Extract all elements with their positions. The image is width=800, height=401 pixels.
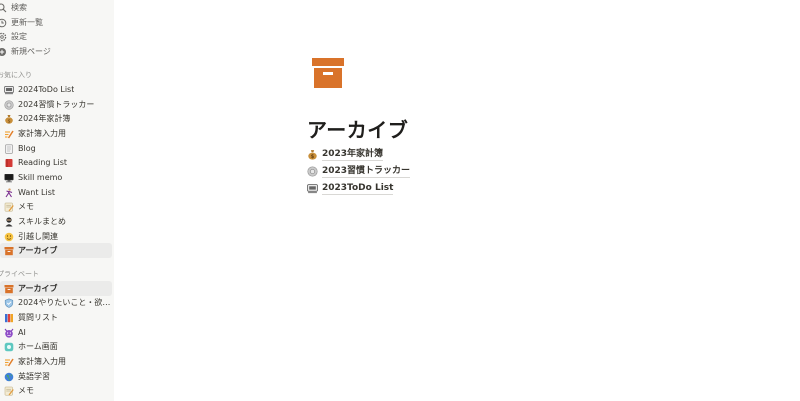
sidebar-item-label: スキルまとめ <box>18 217 66 226</box>
sidebar-item-blog[interactable]: Blog <box>0 141 112 156</box>
sidebar-item-archive[interactable]: アーカイブ <box>0 243 112 258</box>
person-icon <box>4 187 14 198</box>
sidebar-item-label: Reading List <box>18 158 67 167</box>
sidebar-item-budget-input[interactable]: 家計簿入力用 <box>0 126 112 141</box>
link-2023-todo-list[interactable]: 2023ToDo List <box>307 181 394 195</box>
sidebar-item-skill-memo[interactable]: Skill memo <box>0 170 112 185</box>
sidebar-item-label: 検索 <box>11 3 27 12</box>
sidebar-item-moving[interactable]: 引越し関連 <box>0 229 112 244</box>
sidebar-item-ai[interactable]: AI <box>0 325 112 340</box>
shield-icon <box>4 297 14 308</box>
sidebar-item-label: 2024ToDo List <box>18 85 75 94</box>
svg-text:$: $ <box>311 154 315 160</box>
sidebar-item-label: 家計簿入力用 <box>18 357 66 366</box>
sidebar-item-english[interactable]: 英語学習 <box>0 369 112 384</box>
teal-app-icon <box>4 342 14 352</box>
sidebar-new-page[interactable]: 新規ページ <box>0 44 112 59</box>
sidebar-item-label: アーカイブ <box>18 246 58 255</box>
sidebar-item-label: 2024習慣トラッカー <box>18 100 95 109</box>
keyboard-icon <box>4 85 14 95</box>
svg-text:$: $ <box>8 118 11 124</box>
keyboard-icon <box>307 183 318 194</box>
archive-box-icon <box>4 284 14 294</box>
sidebar-item-home-screen[interactable]: ホーム画面 <box>0 339 112 354</box>
pencil-icon <box>4 129 14 139</box>
notebook-icon <box>4 144 14 154</box>
sidebar-search[interactable]: 検索 <box>0 0 112 15</box>
sidebar-item-label: 更新一覧 <box>11 18 43 27</box>
archive-box-icon[interactable] <box>312 56 344 90</box>
devil-icon <box>4 328 14 338</box>
link-label: 2023年家計簿 <box>322 148 384 161</box>
private-header[interactable]: プライベート <box>0 269 39 279</box>
sidebar-item-skill-summary[interactable]: スキルまとめ <box>0 214 112 229</box>
sidebar-settings[interactable]: 設定 <box>0 29 112 44</box>
search-icon <box>0 2 7 13</box>
ninja-icon <box>4 216 14 227</box>
clock-icon <box>0 18 7 28</box>
sidebar-item-archive-private[interactable]: アーカイブ <box>0 281 112 296</box>
face-icon <box>4 232 14 242</box>
sidebar-item-label: 2024年家計簿 <box>18 114 71 123</box>
sidebar-item-memo[interactable]: メモ <box>0 199 112 214</box>
sidebar-item-label: メモ <box>18 202 34 211</box>
sidebar-item-2024-budget[interactable]: $ 2024年家計簿 <box>0 111 112 126</box>
sidebar-item-label: Blog <box>18 144 36 153</box>
sidebar-item-label: 新規ページ <box>11 47 51 56</box>
computer-icon <box>4 173 14 183</box>
sidebar-item-want-list[interactable]: Want List <box>0 185 112 200</box>
sidebar-item-label: 引越し関連 <box>18 232 58 241</box>
money-bag-icon: $ <box>4 114 14 124</box>
sidebar-item-label: 質問リスト <box>18 313 58 322</box>
sidebar-updates[interactable]: 更新一覧 <box>0 15 112 30</box>
page-content: アーカイブ $ 2023年家計簿 2023習慣トラッカー 2023ToDo Li… <box>114 0 800 401</box>
sidebar-item-2024-wishes[interactable]: 2024やりたいこと・欲… <box>0 295 112 310</box>
memo-icon <box>4 202 14 212</box>
sidebar-item-question-list[interactable]: 質問リスト <box>0 310 112 325</box>
money-bag-icon: $ <box>307 149 318 160</box>
sidebar-item-label: 2024やりたいこと・欲… <box>18 298 111 307</box>
sidebar-item-label: 設定 <box>11 32 27 41</box>
link-2023-habit-tracker[interactable]: 2023習慣トラッカー <box>307 164 411 178</box>
link-label: 2023ToDo List <box>322 182 394 195</box>
favorites-header[interactable]: お気に入り <box>0 70 32 80</box>
memo-icon <box>4 386 14 396</box>
gear-badge-icon <box>307 165 318 177</box>
sidebar-item-label: Skill memo <box>18 173 63 182</box>
red-book-icon <box>4 158 14 168</box>
sidebar-item-label: メモ <box>18 386 34 395</box>
plus-circle-icon <box>0 47 7 57</box>
gear-badge-icon <box>4 99 14 110</box>
sidebar-item-label: ホーム画面 <box>18 342 58 351</box>
globe-icon <box>4 372 14 382</box>
sidebar-item-memo-private[interactable]: メモ <box>0 383 112 398</box>
sidebar-item-label: AI <box>18 328 26 337</box>
sidebar-item-2024-todo-list[interactable]: 2024ToDo List <box>0 82 112 97</box>
books-icon <box>4 313 14 323</box>
pencil-icon <box>4 357 14 367</box>
link-2023-budget[interactable]: $ 2023年家計簿 <box>307 147 384 161</box>
sidebar-item-2024-habit-tracker[interactable]: 2024習慣トラッカー <box>0 97 112 112</box>
sidebar-item-reading-list[interactable]: Reading List <box>0 155 112 170</box>
archive-box-icon <box>4 246 14 256</box>
sidebar: 検索 更新一覧 設定 新規ページ お気に入り 2024ToDo List 202… <box>0 0 114 401</box>
sidebar-item-label: 家計簿入力用 <box>18 129 66 138</box>
sidebar-item-label: Want List <box>18 188 56 197</box>
page-title[interactable]: アーカイブ <box>307 114 408 143</box>
link-label: 2023習慣トラッカー <box>322 165 411 178</box>
gear-icon <box>0 32 7 42</box>
sidebar-item-label: 英語学習 <box>18 372 50 381</box>
sidebar-item-label: アーカイブ <box>18 284 58 293</box>
sidebar-item-budget-input-private[interactable]: 家計簿入力用 <box>0 354 112 369</box>
